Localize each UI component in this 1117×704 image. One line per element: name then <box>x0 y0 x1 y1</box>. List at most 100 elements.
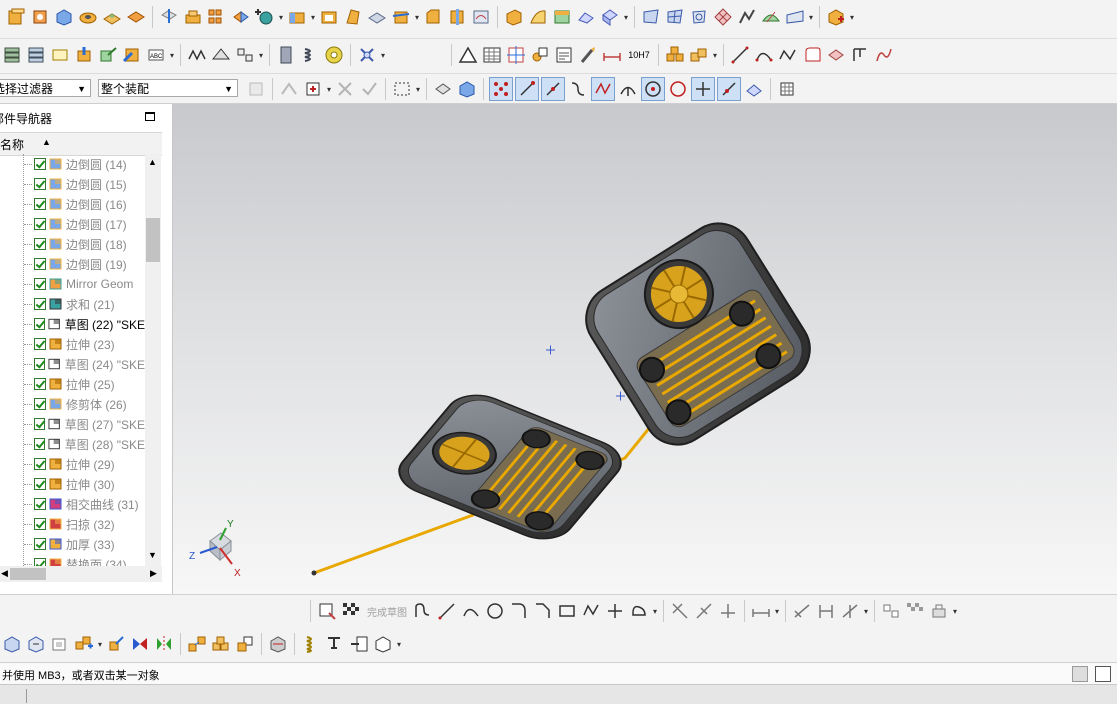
datum-plane-icon[interactable] <box>158 6 180 28</box>
sketch-polygon-icon[interactable] <box>580 600 602 622</box>
mid-point-icon[interactable] <box>541 77 565 101</box>
project-curve-icon[interactable] <box>825 44 847 66</box>
sketch-rectangle-icon[interactable] <box>556 600 578 622</box>
snap-icon[interactable] <box>278 78 300 100</box>
draft-icon[interactable] <box>342 6 364 28</box>
rectangle-select-icon[interactable] <box>391 78 413 100</box>
sketch-chamfer-icon[interactable] <box>532 600 554 622</box>
visibility-checkbox[interactable] <box>34 478 46 490</box>
sketch-arc-icon[interactable] <box>460 600 482 622</box>
visibility-checkbox[interactable] <box>34 518 46 530</box>
navigator-item[interactable]: 草图 (24) "SKE <box>0 354 145 374</box>
scroll-right-icon[interactable]: ▶ <box>150 568 157 579</box>
annotation-icon[interactable] <box>553 44 575 66</box>
visibility-checkbox[interactable] <box>34 418 46 430</box>
navigator-item[interactable]: 拉伸 (30) <box>0 474 145 494</box>
dimension-icon[interactable] <box>601 44 623 66</box>
visibility-checkbox[interactable] <box>34 158 46 170</box>
visibility-checkbox[interactable] <box>34 338 46 350</box>
component-array-icon[interactable] <box>73 633 95 655</box>
scroll-thumb[interactable] <box>10 568 46 580</box>
dropdown-icon[interactable]: ▾ <box>622 13 630 22</box>
finish-sketch-icon[interactable] <box>340 600 362 622</box>
selection-scope-icon[interactable] <box>245 78 267 100</box>
sketch-point-icon[interactable] <box>604 600 626 622</box>
navigator-item[interactable]: 加厚 (33) <box>0 534 145 554</box>
unite-icon[interactable] <box>254 6 276 28</box>
visibility-checkbox[interactable] <box>34 178 46 190</box>
dropdown-icon[interactable]: ▾ <box>277 13 285 22</box>
offset-region-icon[interactable] <box>121 44 143 66</box>
visibility-checkbox[interactable] <box>34 218 46 230</box>
block-icon[interactable] <box>53 6 75 28</box>
surface-icon[interactable] <box>575 6 597 28</box>
navigator-item[interactable]: 边倒圆 (19) <box>0 254 145 274</box>
rapid-dimension-icon[interactable] <box>750 600 772 622</box>
mirror-feature-icon[interactable] <box>230 6 252 28</box>
assembly-icon[interactable] <box>664 44 686 66</box>
visibility-checkbox[interactable] <box>34 318 46 330</box>
flexible-cable-icon[interactable] <box>348 633 370 655</box>
select-feature-icon[interactable] <box>302 78 324 100</box>
quadrant-point-icon[interactable] <box>667 78 689 100</box>
dropdown-icon[interactable]: ▾ <box>414 85 422 94</box>
thicken-icon[interactable] <box>551 6 573 28</box>
boss-icon[interactable] <box>101 6 123 28</box>
navigator-item[interactable]: 拉伸 (23) <box>0 334 145 354</box>
perpendicular-icon[interactable] <box>815 600 837 622</box>
face-select-icon[interactable] <box>432 78 454 100</box>
existing-point-icon[interactable] <box>691 77 715 101</box>
layer-icon[interactable] <box>1 44 23 66</box>
navigator-item[interactable]: 相交曲线 (31) <box>0 494 145 514</box>
dropdown-icon[interactable]: ▾ <box>325 85 333 94</box>
through-curves-icon[interactable] <box>640 6 662 28</box>
visibility-checkbox[interactable] <box>34 278 46 290</box>
layer-settings-icon[interactable] <box>25 44 47 66</box>
visibility-checkbox[interactable] <box>34 378 46 390</box>
vertical-scrollbar[interactable]: ▲ ▼ <box>145 154 161 566</box>
navigator-item[interactable]: 草图 (28) "SKE <box>0 434 145 454</box>
visibility-checkbox[interactable] <box>34 398 46 410</box>
swept-icon[interactable] <box>736 6 758 28</box>
sketch-circle-icon[interactable] <box>484 600 506 622</box>
new-parent-icon[interactable] <box>49 633 71 655</box>
horizontal-scrollbar[interactable]: ◀ ▶ <box>0 566 162 582</box>
reference-set-icon[interactable] <box>372 633 394 655</box>
dropdown-icon[interactable]: ▾ <box>862 607 870 616</box>
bearing-icon[interactable] <box>323 44 345 66</box>
scope-filter-select[interactable]: 整个装配 ▼ <box>98 79 238 97</box>
extrude-icon[interactable] <box>5 6 27 28</box>
quick-extend-icon[interactable] <box>693 600 715 622</box>
point-on-curve-icon[interactable] <box>717 77 741 101</box>
navigator-item[interactable]: 边倒圆 (14) <box>0 154 145 174</box>
dropdown-icon[interactable]: ▾ <box>379 51 387 60</box>
dropdown-icon[interactable]: ▾ <box>807 13 815 22</box>
show-constraints-icon[interactable] <box>880 600 902 622</box>
pattern-feature-icon[interactable] <box>206 6 228 28</box>
selection-filter-status-icon[interactable] <box>1072 666 1088 682</box>
navigator-item[interactable]: 修剪体 (26) <box>0 394 145 414</box>
dropdown-icon[interactable]: ▾ <box>651 607 659 616</box>
pocket-icon[interactable] <box>125 6 147 28</box>
spring-component-icon[interactable] <box>300 633 322 655</box>
revolve-icon[interactable] <box>29 6 51 28</box>
navigator-item[interactable]: 边倒圆 (18) <box>0 234 145 254</box>
navigator-item[interactable]: 边倒圆 (16) <box>0 194 145 214</box>
emboss-icon[interactable] <box>366 6 388 28</box>
wave-link-icon[interactable] <box>210 633 232 655</box>
sphere-icon[interactable] <box>599 6 621 28</box>
split-body-icon[interactable] <box>446 6 468 28</box>
dropdown-icon[interactable]: ▾ <box>951 607 959 616</box>
intersection-point-icon[interactable] <box>591 77 615 101</box>
n-sided-surface-icon[interactable] <box>712 6 734 28</box>
make-corner-icon[interactable] <box>717 600 739 622</box>
end-point-icon[interactable] <box>515 77 539 101</box>
full-screen-icon[interactable] <box>1095 666 1111 682</box>
composite-curve-icon[interactable] <box>873 44 895 66</box>
dropdown-icon[interactable]: ▾ <box>309 13 317 22</box>
curve-offset-icon[interactable] <box>186 44 208 66</box>
navigator-item[interactable]: 扫掠 (32) <box>0 514 145 534</box>
mirror-assembly-icon[interactable] <box>153 633 175 655</box>
quick-trim-icon[interactable] <box>669 600 691 622</box>
brush-icon[interactable] <box>577 44 599 66</box>
